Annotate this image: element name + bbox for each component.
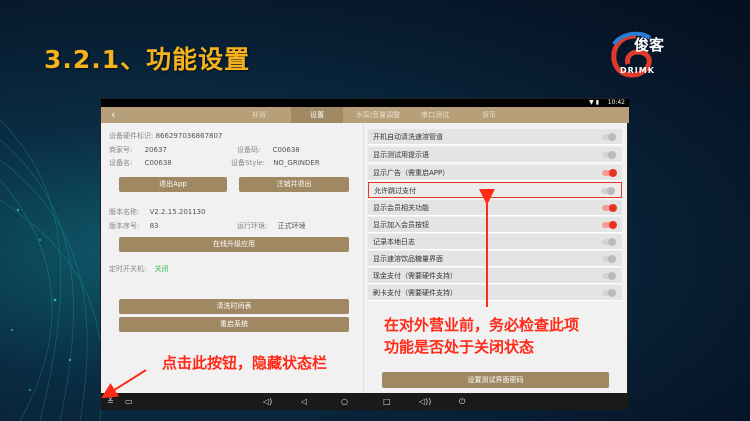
setting-auto-clean[interactable]: 开机自动清洗速溶管道: [368, 129, 622, 145]
toggle-switch[interactable]: [602, 238, 616, 246]
version-name-value: V2.2.15.201130: [149, 208, 206, 216]
clear-timetable-button[interactable]: 清洗时间表: [119, 299, 349, 314]
exit-app-button[interactable]: 退出App: [119, 177, 227, 192]
hardware-id-row: 设备硬件标识: 866297036867807: [109, 132, 223, 140]
power-icon[interactable]: ⏻: [459, 393, 465, 410]
signal-icon: ▼ ▮: [589, 99, 599, 106]
toggle-switch[interactable]: [602, 221, 617, 229]
setting-local-log[interactable]: 记录本地日志: [368, 234, 622, 250]
version-code-value: 83: [149, 222, 159, 230]
tab-settings[interactable]: 设置: [291, 107, 343, 123]
tab-restock[interactable]: 补货: [235, 107, 283, 123]
setting-cash-payment[interactable]: 现金支付（需要硬件支持）: [368, 268, 622, 284]
callout-check-payment-line1: 在对外营业前，务必检查此项: [384, 316, 580, 334]
device-code-row: 设备码: C00638: [237, 146, 300, 154]
device-style-value: NO_GRINDER: [273, 159, 320, 167]
toggle-switch[interactable]: [602, 204, 617, 212]
logo-subtext: DRIMK: [620, 66, 655, 75]
toggle-switch[interactable]: [601, 187, 615, 195]
screenshot-icon[interactable]: ▭: [125, 393, 133, 410]
toggle-switch[interactable]: [602, 255, 616, 263]
toggle-switch[interactable]: [602, 272, 616, 280]
status-bar: ▼ ▮ 10:42: [101, 99, 629, 107]
logout-exit-button[interactable]: 注销并退出: [239, 177, 349, 192]
setting-member-features[interactable]: 显示会员相关功能: [368, 200, 622, 216]
nav-recent-icon[interactable]: □: [383, 393, 391, 410]
tab-pump-volume[interactable]: 水泵/音量调整: [347, 107, 409, 123]
timer-switch-value[interactable]: 关闭: [155, 265, 169, 273]
online-upgrade-button[interactable]: 在线升级应用: [119, 237, 349, 252]
nav-back-icon[interactable]: ◁: [301, 393, 307, 410]
volume-down-icon[interactable]: ◁): [263, 393, 272, 410]
tab-currency[interactable]: 货币: [471, 107, 507, 123]
callout-hide-statusbar: 点击此按钮，隐藏状态栏: [162, 354, 328, 372]
slide-title: 3.2.1、功能设置: [44, 45, 251, 74]
logo-text: 俊客: [634, 36, 665, 54]
setting-skip-payment[interactable]: 允许跳过支付: [368, 182, 622, 198]
setting-test-hint[interactable]: 显示测试用提示语: [368, 147, 622, 163]
device-code-value: C00638: [272, 146, 300, 154]
env-value: 正式环境: [277, 222, 306, 230]
toggle-switch[interactable]: [602, 289, 616, 297]
env-row: 运行环境: 正式环境: [237, 222, 306, 230]
setting-card-payment[interactable]: 刷卡支付（需要硬件支持）: [368, 285, 622, 301]
toggle-switch[interactable]: [602, 133, 616, 141]
hide-bar-icon[interactable]: ≚: [107, 393, 114, 410]
column-divider: [363, 123, 364, 393]
tab-serial-test[interactable]: 串口测试: [413, 107, 457, 123]
callout-check-payment-line2: 功能是否处于关闭状态: [384, 338, 535, 356]
setting-show-ads[interactable]: 显示广告（需重启APP）: [368, 165, 622, 181]
app-toolbar: ‹ 补货 设置 水泵/音量调整 串口测试 货币: [101, 107, 629, 123]
toggle-switch[interactable]: [602, 151, 616, 159]
back-icon[interactable]: ‹: [111, 107, 115, 123]
device-style-row: 设备Style: NO_GRINDER: [231, 159, 320, 167]
toggle-switch[interactable]: [602, 169, 617, 177]
setting-sugar-level[interactable]: 显示速溶饮品糖量界面: [368, 251, 622, 267]
merchant-value: 20637: [144, 146, 167, 154]
android-nav-bar: ≚ ▭ ◁) ◁ ○ □ ◁)) ⏻: [101, 393, 629, 410]
nav-home-icon[interactable]: ○: [341, 393, 348, 410]
merchant-row: 商家号: 20637: [109, 146, 167, 154]
timer-switch-row: 定时开关机: 关闭: [109, 265, 169, 273]
setting-join-member-button[interactable]: 显示加入会员按钮: [368, 217, 622, 233]
volume-up-icon[interactable]: ◁)): [419, 393, 431, 410]
restart-system-button[interactable]: 重启系统: [119, 317, 349, 332]
status-time: 10:42: [607, 99, 625, 106]
version-name-row: 版本名称: V2.2.15.201130: [109, 208, 206, 216]
device-name-value: C00638: [144, 159, 172, 167]
device-name-row: 设备名: C00638: [109, 159, 172, 167]
hardware-id-value: 866297036867807: [155, 132, 223, 140]
version-code-row: 版本序号: 83: [109, 222, 159, 230]
set-test-password-button[interactable]: 设置测试界面密码: [382, 372, 609, 388]
